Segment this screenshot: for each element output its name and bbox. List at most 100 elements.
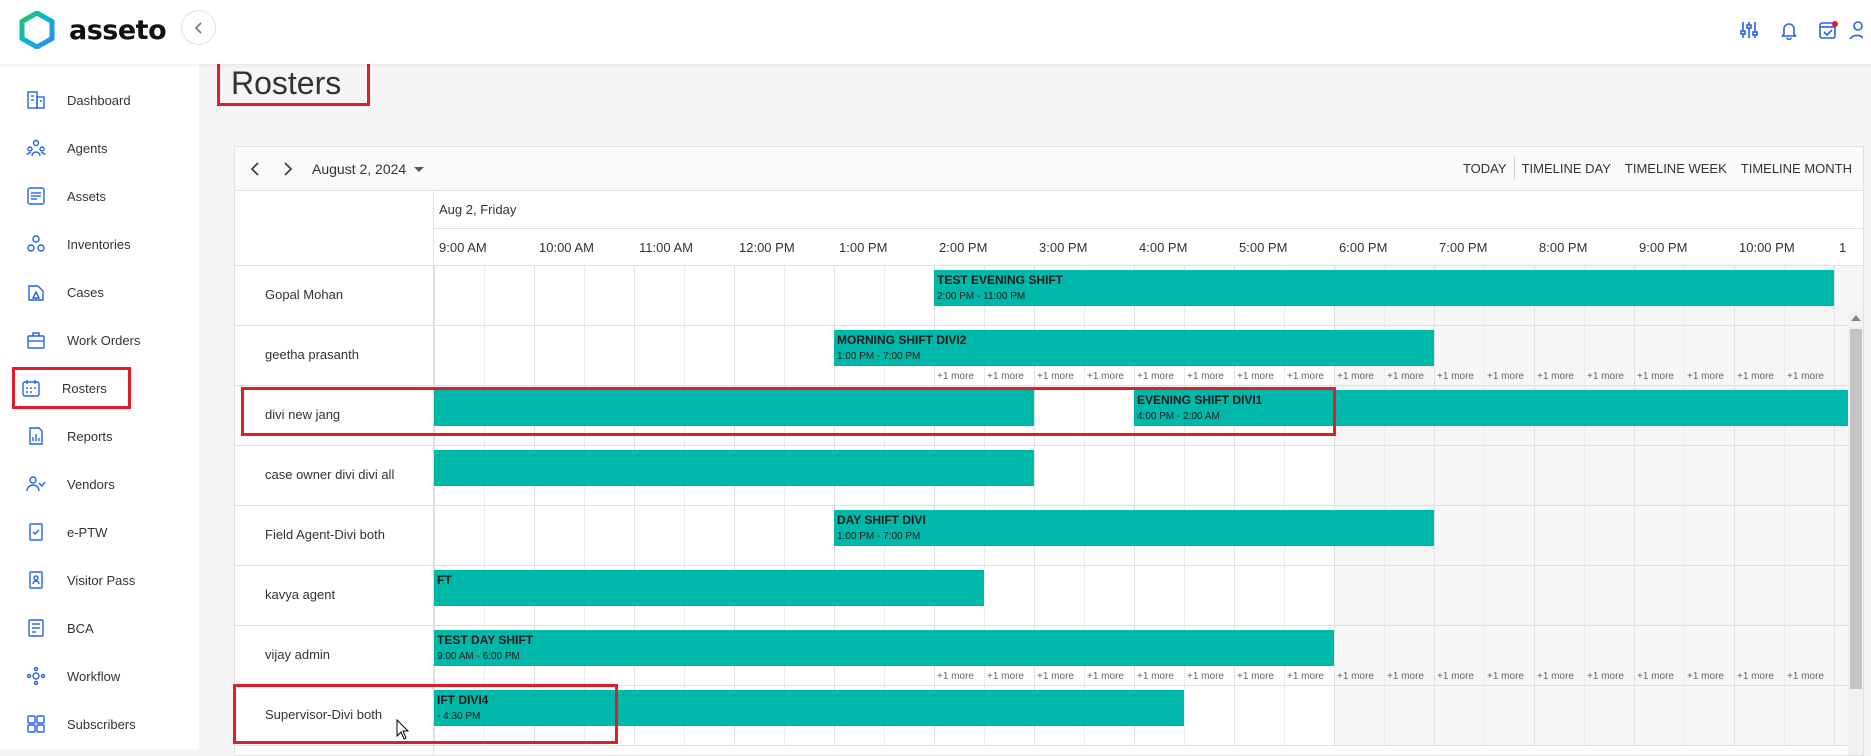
more-events-link[interactable]: +1 more xyxy=(1237,371,1274,382)
more-events-link[interactable]: +1 more xyxy=(1637,671,1674,682)
sidebar-item-e-ptw[interactable]: e-PTW xyxy=(20,514,180,550)
filter-sliders-button[interactable] xyxy=(1729,16,1769,44)
more-events-link[interactable]: +1 more xyxy=(1687,671,1724,682)
more-events-link[interactable]: +1 more xyxy=(1437,371,1474,382)
shift-event[interactable]: TEST DAY SHIFT 9:00 AM - 6:00 PM xyxy=(434,630,1334,666)
timeline-month-view-button[interactable]: TIMELINE MONTH xyxy=(1734,161,1859,179)
grid-line xyxy=(1484,686,1485,745)
more-events-link[interactable]: +1 more xyxy=(1487,371,1524,382)
sidebar-item-workflow[interactable]: Workflow xyxy=(20,658,180,694)
sidebar-item-label: Vendors xyxy=(67,476,115,492)
sidebar-item-work-orders[interactable]: Work Orders xyxy=(20,322,180,358)
sidebar-item-rosters[interactable]: Rosters xyxy=(12,367,131,409)
notifications-button[interactable] xyxy=(1769,16,1809,44)
shift-time: 1:00 PM - 7:00 PM xyxy=(837,531,921,542)
more-events-link[interactable]: +1 more xyxy=(937,671,974,682)
logo-hexagon-icon xyxy=(19,11,55,49)
grid-line xyxy=(1334,686,1335,745)
sidebar-item-inventories[interactable]: Inventories xyxy=(20,226,180,262)
sidebar-item-agents[interactable]: Agents xyxy=(20,130,180,166)
more-events-link[interactable]: +1 more xyxy=(1137,671,1174,682)
more-events-link[interactable]: +1 more xyxy=(1537,671,1574,682)
vertical-scrollbar[interactable] xyxy=(1848,311,1863,755)
shift-event[interactable] xyxy=(434,390,1034,426)
resource-row[interactable]: kavya agent FT xyxy=(235,566,1863,626)
more-events-link[interactable]: +1 more xyxy=(1687,371,1724,382)
today-button[interactable]: TODAY xyxy=(1456,161,1514,179)
more-events-link[interactable]: +1 more xyxy=(1537,371,1574,382)
shift-event[interactable]: MORNING SHIFT DIVI2 1:00 PM - 7:00 PM xyxy=(834,330,1434,366)
more-events-link[interactable]: +1 more xyxy=(1787,671,1824,682)
more-events-link[interactable]: +1 more xyxy=(1387,371,1424,382)
more-events-link[interactable]: +1 more xyxy=(1337,371,1374,382)
sidebar-item-assets[interactable]: Assets xyxy=(20,178,180,214)
grid-line xyxy=(1834,566,1835,625)
sidebar-item-reports[interactable]: Reports xyxy=(20,418,180,454)
resource-row[interactable]: Field Agent-Divi both DAY SHIFT DIVI 1:00 … xyxy=(235,506,1863,566)
more-events-link[interactable]: +1 more xyxy=(1437,671,1474,682)
more-events-link[interactable]: +1 more xyxy=(1187,671,1224,682)
more-events-link[interactable]: +1 more xyxy=(1037,371,1074,382)
caret-down-icon xyxy=(414,166,425,172)
grid-line xyxy=(1584,326,1585,385)
more-events-link[interactable]: +1 more xyxy=(1237,671,1274,682)
shift-event[interactable]: IFT DIVI4 - 4:30 PM xyxy=(434,690,1184,726)
grid-line xyxy=(1834,326,1835,385)
shift-event[interactable]: DAY SHIFT DIVI 1:00 PM - 7:00 PM xyxy=(834,510,1434,546)
more-events-link[interactable]: +1 more xyxy=(1387,671,1424,682)
sidebar-item-label: BCA xyxy=(67,620,94,636)
resource-row[interactable]: geetha prasanth MORNING SHIFT DIVI2 1:00 P… xyxy=(235,326,1863,386)
more-events-link[interactable]: +1 more xyxy=(1037,671,1074,682)
time-slot-label: 9:00 PM xyxy=(1639,240,1688,255)
more-events-link[interactable]: +1 more xyxy=(1637,371,1674,382)
app-logo[interactable]: asseto xyxy=(19,11,167,49)
more-events-link[interactable]: +1 more xyxy=(1087,371,1124,382)
shift-event[interactable]: TEST EVENING SHIFT 2:00 PM - 11:00 PM xyxy=(934,270,1834,306)
next-date-button[interactable] xyxy=(274,155,302,183)
resource-row[interactable]: Supervisor-Divi both IFT DIVI4 - 4:30 PM xyxy=(235,686,1863,746)
previous-date-button[interactable] xyxy=(241,155,269,183)
grid-line xyxy=(734,266,735,325)
sidebar-item-vendors[interactable]: Vendors xyxy=(20,466,180,502)
grid-line xyxy=(1584,686,1585,745)
more-events-link[interactable]: +1 more xyxy=(1587,671,1624,682)
more-events-link[interactable]: +1 more xyxy=(987,371,1024,382)
scrollbar-thumb[interactable] xyxy=(1850,329,1862,689)
more-events-link[interactable]: +1 more xyxy=(1187,371,1224,382)
more-events-link[interactable]: +1 more xyxy=(1337,671,1374,682)
shift-event[interactable]: EVENING SHIFT DIVI1 4:00 PM - 2:00 AM xyxy=(1134,390,1848,426)
collapse-sidebar-button[interactable] xyxy=(181,10,216,45)
shift-event[interactable] xyxy=(434,450,1034,486)
sidebar-item-visitor-pass[interactable]: Visitor Pass xyxy=(20,562,180,598)
sidebar-item-subscribers[interactable]: Subscribers xyxy=(20,706,180,742)
profile-button[interactable] xyxy=(1849,16,1871,44)
sidebar-item-label: Subscribers xyxy=(67,716,136,732)
grid-line xyxy=(1784,566,1785,625)
sidebar-item-cases[interactable]: Cases xyxy=(20,274,180,310)
tasks-button[interactable] xyxy=(1809,16,1849,44)
sidebar-item-dashboard[interactable]: Dashboard xyxy=(20,82,180,118)
more-events-link[interactable]: +1 more xyxy=(987,671,1024,682)
more-events-link[interactable]: +1 more xyxy=(1287,371,1324,382)
resource-row[interactable]: Gopal Mohan TEST EVENING SHIFT 2:00 PM - 1… xyxy=(235,266,1863,326)
time-slot-label: 1:00 PM xyxy=(839,240,888,255)
resource-row[interactable]: vijay admin TEST DAY SHIFT 9:00 AM - 6:00 … xyxy=(235,626,1863,686)
more-events-link[interactable]: +1 more xyxy=(1287,671,1324,682)
date-picker-dropdown[interactable]: August 2, 2024 xyxy=(312,161,425,177)
more-events-link[interactable]: +1 more xyxy=(1137,371,1174,382)
more-events-link[interactable]: +1 more xyxy=(937,371,974,382)
more-events-link[interactable]: +1 more xyxy=(1487,671,1524,682)
resource-row[interactable]: case owner divi divi all xyxy=(235,446,1863,506)
timeline-week-view-button[interactable]: TIMELINE WEEK xyxy=(1618,161,1734,179)
more-events-link[interactable]: +1 more xyxy=(1087,671,1124,682)
sidebar-item-bca[interactable]: BCA xyxy=(20,610,180,646)
resource-row[interactable]: divi new jang EVENING SHIFT DIVI1 4:00 PM … xyxy=(235,386,1863,446)
more-events-link[interactable]: +1 more xyxy=(1737,371,1774,382)
more-events-link[interactable]: +1 more xyxy=(1737,671,1774,682)
more-events-link[interactable]: +1 more xyxy=(1587,371,1624,382)
grid-line xyxy=(1684,686,1685,745)
shift-event[interactable]: FT xyxy=(434,570,984,606)
scroll-up-arrow-icon[interactable] xyxy=(1851,315,1861,321)
timeline-day-view-button[interactable]: TIMELINE DAY xyxy=(1515,161,1618,179)
more-events-link[interactable]: +1 more xyxy=(1787,371,1824,382)
